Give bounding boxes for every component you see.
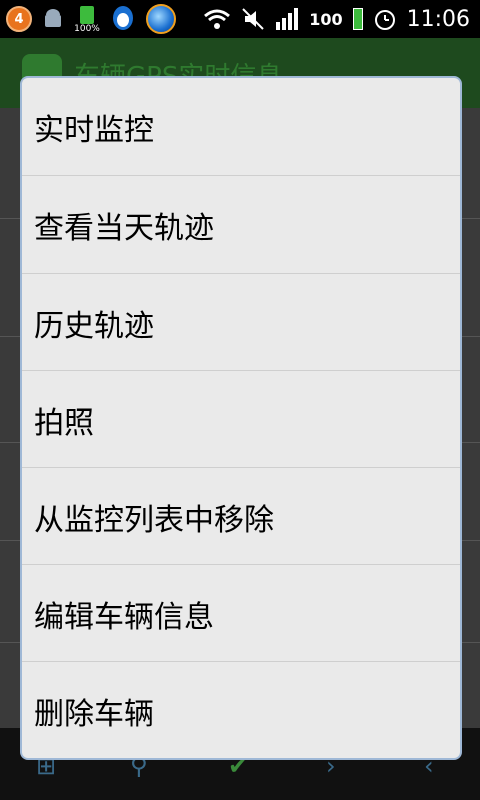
menu-item-label: 查看当天轨迹 <box>34 210 214 246</box>
menu-item-label: 编辑车辆信息 <box>34 599 214 635</box>
menu-item-edit-vehicle[interactable]: 编辑车辆信息 <box>22 565 460 662</box>
menu-item-label: 删除车辆 <box>34 696 154 732</box>
menu-item-history-track[interactable]: 历史轨迹 <box>22 274 460 371</box>
menu-item-label: 从监控列表中移除 <box>34 502 274 538</box>
menu-item-delete-vehicle[interactable]: 删除车辆 <box>22 662 460 759</box>
wifi-icon <box>204 9 231 29</box>
menu-item-label: 历史轨迹 <box>34 308 154 344</box>
battery-level: 100 <box>309 9 343 29</box>
menu-item-today-track[interactable]: 查看当天轨迹 <box>22 176 460 273</box>
browser-icon <box>146 4 176 34</box>
menu-item-realtime-monitor[interactable]: 实时监控 <box>22 78 460 175</box>
status-bar: 4 100% 100 11:06 <box>0 0 480 38</box>
system-icons: 100 11:06 <box>203 4 470 34</box>
signal-icon <box>276 8 299 30</box>
menu-item-label: 拍照 <box>34 405 94 441</box>
mute-icon <box>242 8 264 30</box>
context-menu-dialog: 实时监控 查看当天轨迹 历史轨迹 拍照 从监控列表中移除 编辑车辆信息 删除车辆 <box>22 78 460 758</box>
notification-icons: 4 100% <box>6 4 176 34</box>
menu-item-take-photo[interactable]: 拍照 <box>22 371 460 468</box>
menu-item-remove-from-monitor[interactable]: 从监控列表中移除 <box>22 468 460 565</box>
menu-item-label: 实时监控 <box>34 112 154 148</box>
clock: 11:06 <box>406 6 470 32</box>
notification-count-badge: 4 <box>6 6 32 32</box>
battery-icon <box>352 8 363 30</box>
alarm-icon <box>374 10 395 30</box>
android-icon <box>45 9 61 27</box>
battery-widget-icon: 100% <box>74 4 100 34</box>
qq-icon <box>113 6 133 30</box>
